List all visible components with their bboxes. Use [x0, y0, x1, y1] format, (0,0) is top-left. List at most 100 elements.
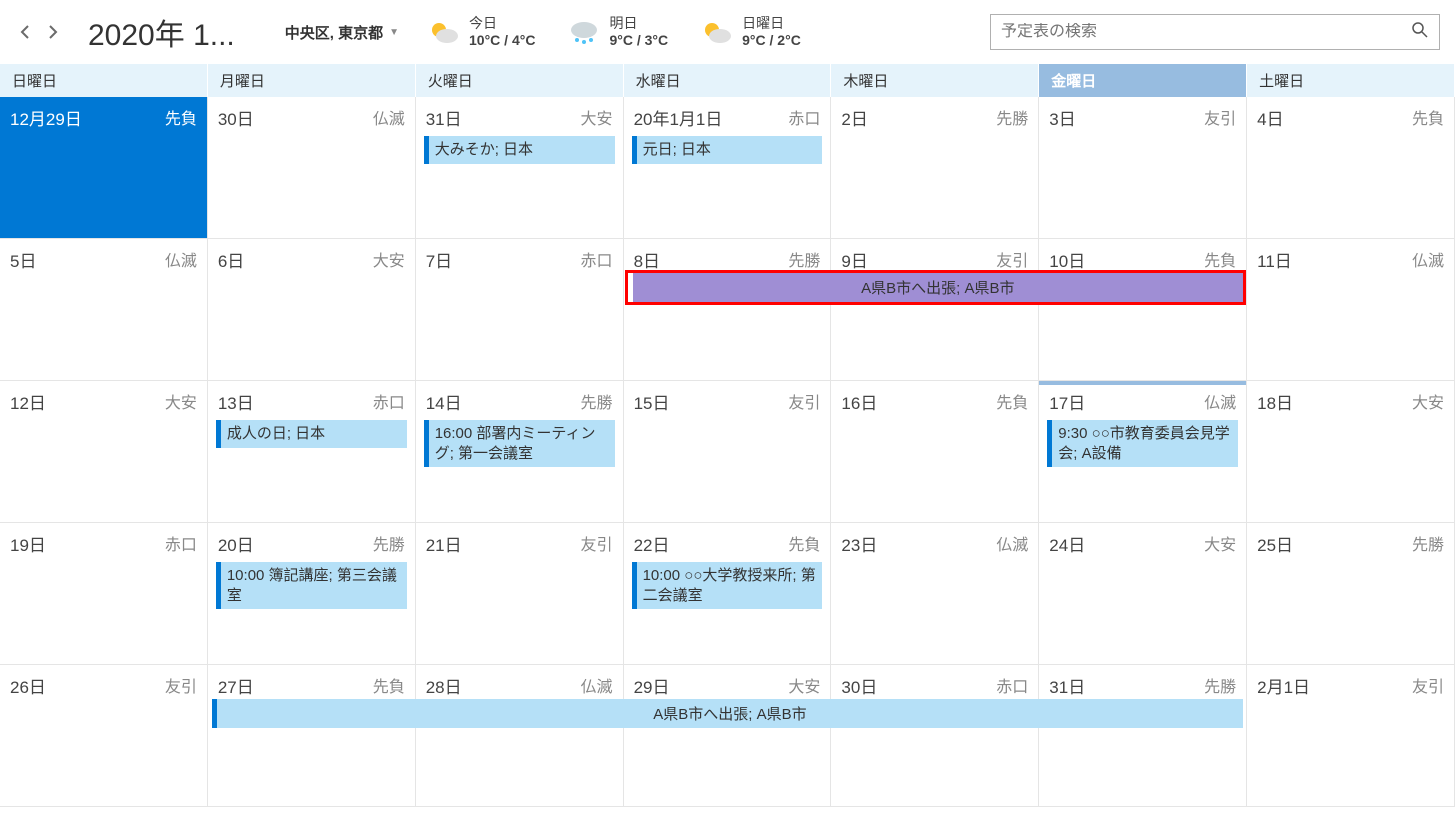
rokuyou-label: 先勝 [1412, 531, 1444, 556]
rokuyou-label: 友引 [581, 531, 613, 556]
day-cell[interactable]: 11日仏滅 [1247, 239, 1455, 381]
day-cell[interactable]: 15日友引 [624, 381, 832, 523]
date-bar: 7日赤口 [424, 245, 615, 278]
rokuyou-label: 赤口 [165, 531, 197, 556]
weather-sunday[interactable]: 日曜日 9°C / 2°C [700, 15, 823, 49]
rokuyou-label: 仏滅 [1204, 389, 1236, 414]
multi-day-event[interactable]: A県B市へ出張; A県B市 [212, 699, 1243, 728]
day-cell[interactable]: 20日先勝10:00 簿記講座; 第三会議室 [208, 523, 416, 665]
date-bar: 26日友引 [8, 671, 199, 704]
day-header: 土曜日 [1247, 64, 1455, 97]
date-bar: 30日 仏滅 [216, 103, 407, 136]
location-selector[interactable]: 中央区, 東京都 ▼ [285, 22, 417, 43]
day-cell[interactable]: 28日仏滅 [416, 665, 624, 807]
calendar-grid: 12月29日先負30日仏滅31日大安大みそか; 日本20年1月1日赤口元日; 日… [0, 97, 1455, 807]
weather-temp: 10°C / 4°C [469, 32, 535, 49]
date-label: 10日 [1049, 247, 1085, 272]
date-label: 23日 [841, 531, 877, 556]
rokuyou-label: 先負 [788, 531, 820, 556]
date-label: 24日 [1049, 531, 1085, 556]
day-cell[interactable]: 18日大安 [1247, 381, 1455, 523]
event-item[interactable]: 16:00 部署内ミーティング; 第一会議室 [424, 420, 615, 467]
search-input[interactable] [1001, 23, 1411, 41]
date-label: 30日 [218, 105, 254, 130]
day-header: 金曜日 [1039, 64, 1247, 97]
day-cell[interactable]: 31日大安大みそか; 日本 [416, 97, 624, 239]
day-cell[interactable]: 21日 友引 [416, 523, 624, 665]
date-label: 21日 [426, 531, 462, 556]
date-label: 8日 [634, 247, 660, 272]
day-cell[interactable]: 3日友引 [1039, 97, 1247, 239]
day-header: 木曜日 [831, 64, 1039, 97]
day-cell[interactable]: 2日先勝 [831, 97, 1039, 239]
rokuyou-label: 友引 [1412, 673, 1444, 698]
date-label: 22日 [634, 531, 670, 556]
day-cell[interactable]: 19日赤口 [0, 523, 208, 665]
event-item[interactable]: 10:00 ○○大学教授来所; 第二会議室 [632, 562, 823, 609]
day-cell[interactable]: 30日 仏滅 [208, 97, 416, 239]
day-cell[interactable]: 5日仏滅 [0, 239, 208, 381]
day-cell[interactable]: 23日仏滅 [831, 523, 1039, 665]
day-cell[interactable]: 12月29日先負 [0, 97, 208, 239]
date-label: 17日 [1049, 389, 1085, 414]
day-cell[interactable]: 4日先負 [1247, 97, 1455, 239]
event-item[interactable]: 大みそか; 日本 [424, 136, 615, 164]
weather-label: 日曜日 [742, 15, 801, 32]
day-cell[interactable]: 13日赤口成人の日; 日本 [208, 381, 416, 523]
month-title[interactable]: 2020年 1... [88, 10, 275, 54]
date-bar: 19日赤口 [8, 529, 199, 562]
search-icon[interactable] [1411, 21, 1429, 44]
day-cell[interactable]: 12日大安 [0, 381, 208, 523]
day-cell[interactable]: 16日先負 [831, 381, 1039, 523]
date-label: 25日 [1257, 531, 1293, 556]
calendar-header: 2020年 1... 中央区, 東京都 ▼ 今日 10°C / 4°C 明日 9… [0, 0, 1455, 64]
date-label: 29日 [634, 673, 670, 698]
event-item[interactable]: 成人の日; 日本 [216, 420, 407, 448]
weather-tomorrow[interactable]: 明日 9°C / 3°C [567, 15, 690, 49]
event-item[interactable]: 元日; 日本 [632, 136, 823, 164]
rokuyou-label: 大安 [788, 673, 820, 698]
date-label: 31日 [426, 105, 462, 130]
multi-day-event[interactable]: A県B市へ出張; A県B市 [628, 273, 1244, 302]
day-cell[interactable]: 25日 先勝 [1247, 523, 1455, 665]
day-cell[interactable]: 26日友引 [0, 665, 208, 807]
prev-month-button[interactable] [15, 22, 35, 42]
rokuyou-label: 仏滅 [373, 105, 405, 130]
date-bar: 2日先勝 [839, 103, 1030, 136]
date-label: 5日 [10, 247, 36, 272]
day-cell[interactable]: 8日先勝 [624, 239, 832, 381]
weather-label: 明日 [609, 15, 668, 32]
date-bar: 11日仏滅 [1255, 245, 1446, 278]
day-cell[interactable]: 9日友引 [831, 239, 1039, 381]
date-bar: 23日仏滅 [839, 529, 1030, 562]
date-bar: 14日先勝 [424, 387, 615, 420]
day-cell[interactable]: 30日赤口 [831, 665, 1039, 807]
rokuyou-label: 友引 [165, 673, 197, 698]
next-month-button[interactable] [43, 22, 63, 42]
event-item[interactable]: 10:00 簿記講座; 第三会議室 [216, 562, 407, 609]
day-cell[interactable]: 17日 仏滅 9:30 ○○市教育委員会見学会; A設備 [1039, 381, 1247, 523]
day-cell[interactable]: 27日先負 [208, 665, 416, 807]
rokuyou-label: 先負 [373, 673, 405, 698]
day-cell[interactable]: 10日先負 [1039, 239, 1247, 381]
weather-label: 今日 [469, 15, 535, 32]
date-bar: 22日 先負 [632, 529, 823, 562]
date-label: 3日 [1049, 105, 1075, 130]
day-cell[interactable]: 31日先勝 [1039, 665, 1247, 807]
chevron-down-icon: ▼ [389, 27, 399, 38]
day-cell[interactable]: 6日大安 [208, 239, 416, 381]
search-box[interactable] [990, 14, 1440, 50]
date-label: 12月29日 [10, 105, 82, 130]
date-bar: 12月29日先負 [8, 103, 199, 136]
day-cell[interactable]: 7日赤口 [416, 239, 624, 381]
day-cell[interactable]: 20年1月1日赤口元日; 日本 [624, 97, 832, 239]
date-bar: 21日 友引 [424, 529, 615, 562]
event-item[interactable]: 9:30 ○○市教育委員会見学会; A設備 [1047, 420, 1238, 467]
day-cell[interactable]: 22日 先負 10:00 ○○大学教授来所; 第二会議室 [624, 523, 832, 665]
day-cell[interactable]: 24日大安 [1039, 523, 1247, 665]
day-cell[interactable]: 29日 大安 [624, 665, 832, 807]
day-cell[interactable]: 2月1日友引 [1247, 665, 1455, 807]
date-label: 16日 [841, 389, 877, 414]
weather-today[interactable]: 今日 10°C / 4°C [427, 15, 557, 49]
day-cell[interactable]: 14日先勝16:00 部署内ミーティング; 第一会議室 [416, 381, 624, 523]
